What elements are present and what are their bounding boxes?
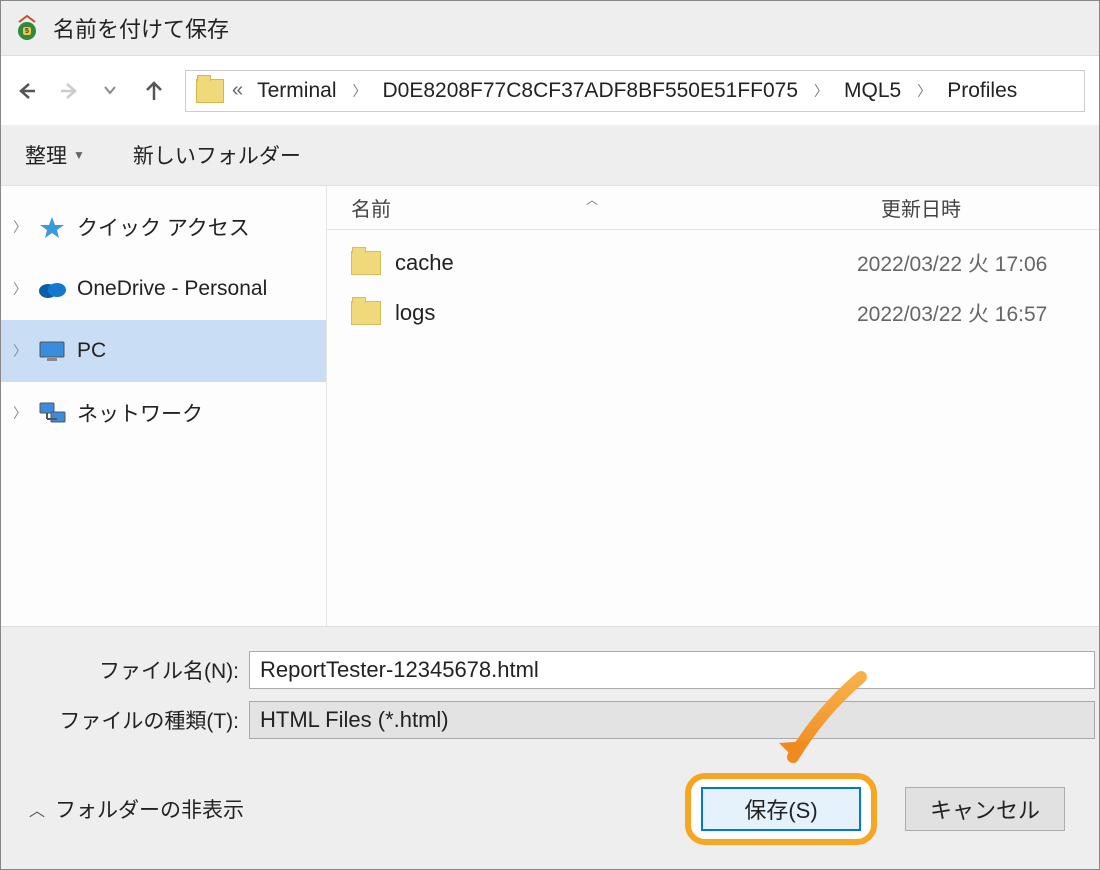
new-folder-label: 新しいフォルダー xyxy=(133,140,301,170)
network-icon xyxy=(37,401,67,425)
breadcrumb-segment[interactable]: Profiles xyxy=(941,75,1023,107)
tree-item-label: ネットワーク xyxy=(77,398,203,428)
navigation-bar: « Terminal 〉 D0E8208F77C8CF37ADF8BF550E5… xyxy=(1,55,1099,125)
recent-locations-dropdown[interactable] xyxy=(103,84,117,98)
file-row[interactable]: cache 2022/03/22 火 17:06 xyxy=(327,238,1099,288)
filename-row: ファイル名(N): xyxy=(5,645,1095,695)
pc-icon xyxy=(37,339,67,363)
breadcrumb-overflow[interactable]: « xyxy=(232,79,243,102)
filetype-select[interactable]: HTML Files (*.html) xyxy=(249,701,1095,739)
breadcrumb-segment[interactable]: MQL5 xyxy=(838,75,907,107)
chevron-right-icon[interactable]: 〉 xyxy=(915,81,933,101)
file-row[interactable]: logs 2022/03/22 火 16:57 xyxy=(327,288,1099,338)
tree-item-label: OneDrive - Personal xyxy=(77,277,267,301)
save-highlight-annotation: 保存(S) xyxy=(685,773,877,845)
chevron-up-icon: ︿ xyxy=(29,797,45,821)
toolbar: 整理 ▼ 新しいフォルダー xyxy=(1,125,1099,185)
svg-text:5: 5 xyxy=(25,28,29,35)
tree-item-quick-access[interactable]: 〉 クイック アクセス xyxy=(1,196,326,258)
filename-label: ファイル名(N): xyxy=(5,655,239,685)
tree-item-onedrive[interactable]: 〉 OneDrive - Personal xyxy=(1,258,326,320)
cancel-button[interactable]: キャンセル xyxy=(905,787,1065,831)
caret-down-icon: ▼ xyxy=(73,148,85,162)
forward-button[interactable] xyxy=(59,80,81,102)
hide-folders-toggle[interactable]: ︿ フォルダーの非表示 xyxy=(29,794,244,824)
quick-access-icon xyxy=(37,215,67,239)
filetype-value: HTML Files (*.html) xyxy=(260,707,449,733)
file-list: ︿ 名前 更新日時 cache 2022/03/22 火 17:06 xyxy=(327,186,1099,626)
organize-label: 整理 xyxy=(25,140,67,170)
new-folder-button[interactable]: 新しいフォルダー xyxy=(133,140,301,170)
titlebar: 5 名前を付けて保存 xyxy=(1,1,1099,55)
chevron-right-icon[interactable]: 〉 xyxy=(13,341,27,361)
chevron-right-icon[interactable]: 〉 xyxy=(13,403,27,423)
file-date: 2022/03/22 火 16:57 xyxy=(857,298,1099,328)
address-bar[interactable]: « Terminal 〉 D0E8208F77C8CF37ADF8BF550E5… xyxy=(185,70,1085,112)
tree-item-network[interactable]: 〉 ネットワーク xyxy=(1,382,326,444)
up-button[interactable] xyxy=(143,80,165,102)
tree-item-pc[interactable]: 〉 PC xyxy=(1,320,326,382)
filename-input[interactable] xyxy=(249,651,1095,689)
file-list-body[interactable]: cache 2022/03/22 火 17:06 logs 2022/03/22… xyxy=(327,230,1099,626)
hide-folders-label: フォルダーの非表示 xyxy=(55,794,244,824)
tree-item-label: クイック アクセス xyxy=(77,212,250,242)
save-as-dialog: 5 名前を付けて保存 « Terminal 〉 D0E xyxy=(0,0,1100,870)
column-header-label: 名前 xyxy=(351,199,391,221)
main-area: 〉 クイック アクセス 〉 OneDrive - Personal 〉 PC xyxy=(1,185,1099,626)
chevron-right-icon[interactable]: 〉 xyxy=(812,81,830,101)
file-date: 2022/03/22 火 17:06 xyxy=(857,248,1099,278)
nav-arrows xyxy=(15,80,165,102)
filetype-label: ファイルの種類(T): xyxy=(5,705,239,735)
column-header-name[interactable]: ︿ 名前 xyxy=(327,193,857,222)
filetype-row: ファイルの種類(T): HTML Files (*.html) xyxy=(5,695,1095,745)
sort-ascending-icon: ︿ xyxy=(586,191,598,208)
column-header-date[interactable]: 更新日時 xyxy=(857,193,1099,222)
chevron-right-icon[interactable]: 〉 xyxy=(13,279,27,299)
onedrive-icon xyxy=(37,277,67,301)
back-button[interactable] xyxy=(15,80,37,102)
organize-button[interactable]: 整理 ▼ xyxy=(25,140,85,170)
file-name: cache xyxy=(395,250,454,276)
tree-item-label: PC xyxy=(77,339,106,363)
save-button[interactable]: 保存(S) xyxy=(701,787,861,831)
nav-tree[interactable]: 〉 クイック アクセス 〉 OneDrive - Personal 〉 PC xyxy=(1,186,327,626)
chevron-right-icon[interactable]: 〉 xyxy=(13,217,27,237)
folder-icon xyxy=(351,301,381,325)
chevron-right-icon[interactable]: 〉 xyxy=(350,81,368,101)
folder-icon xyxy=(196,79,224,103)
file-name: logs xyxy=(395,300,435,326)
dialog-title: 名前を付けて保存 xyxy=(53,12,229,44)
column-header-label: 更新日時 xyxy=(881,199,961,221)
bottom-panel: ファイル名(N): ファイルの種類(T): HTML Files (*.html… xyxy=(1,626,1099,869)
action-row: ︿ フォルダーの非表示 保存(S) キャンセル xyxy=(5,745,1095,869)
breadcrumb-segment[interactable]: Terminal xyxy=(251,75,342,107)
app-icon: 5 xyxy=(13,14,41,42)
folder-icon xyxy=(351,251,381,275)
column-header-row: ︿ 名前 更新日時 xyxy=(327,186,1099,230)
breadcrumb-segment[interactable]: D0E8208F77C8CF37ADF8BF550E51FF075 xyxy=(376,75,804,107)
